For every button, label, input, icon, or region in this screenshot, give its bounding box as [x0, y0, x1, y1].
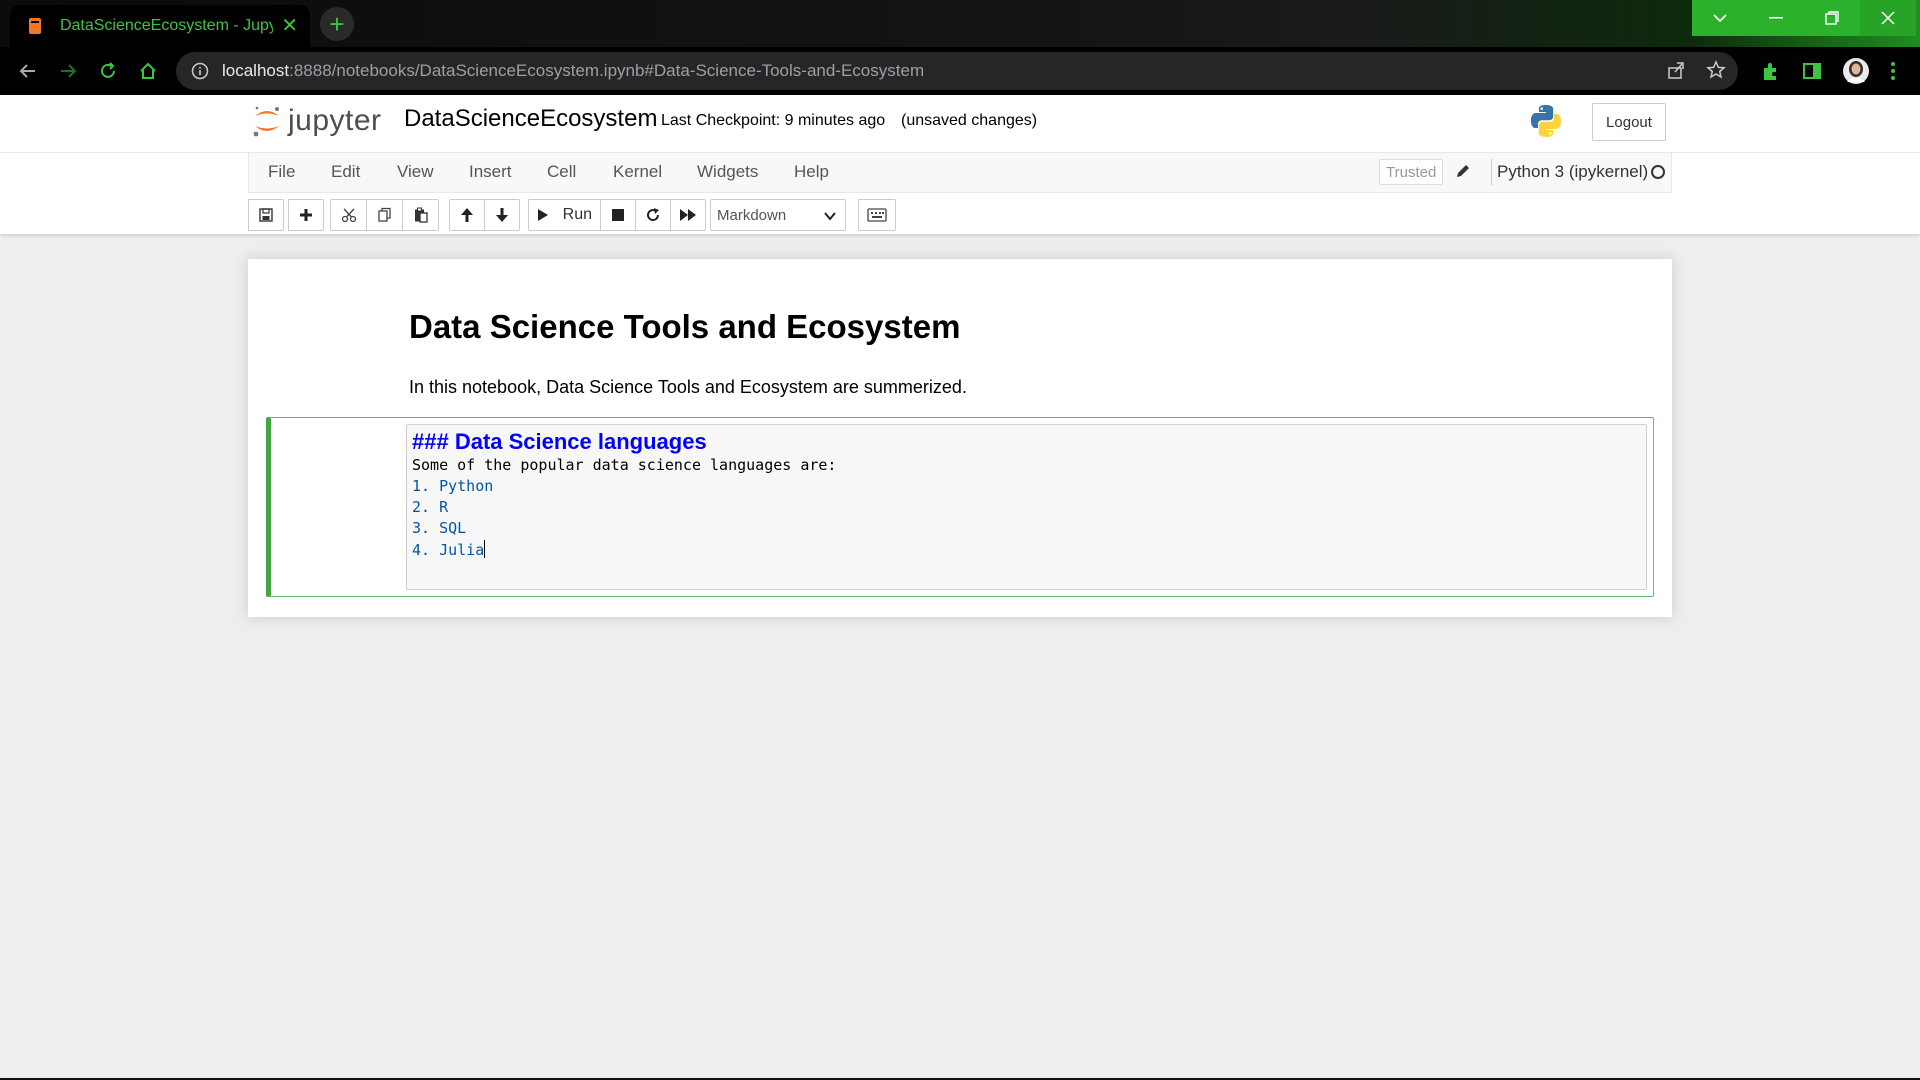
code-editor[interactable]: ### Data Science languages Some of the p… — [406, 424, 1647, 590]
back-icon[interactable] — [14, 57, 42, 85]
extensions-icon[interactable] — [1760, 60, 1782, 87]
move-up-button[interactable] — [449, 199, 485, 231]
window-controls — [1692, 0, 1916, 36]
browser-tab-bar: DataScienceEcosystem - Jupyter ✕ + — [0, 0, 1920, 47]
trusted-indicator[interactable]: Trusted — [1379, 159, 1444, 185]
notebook-name[interactable]: DataScienceEcosystem — [404, 105, 657, 133]
restart-button[interactable] — [635, 199, 671, 231]
kernel-separator — [1491, 159, 1492, 185]
editor-list-item: 1. Python — [412, 477, 494, 495]
cell-type-select[interactable]: Markdown — [710, 199, 846, 231]
run-label: Run — [562, 206, 592, 223]
side-panel-icon[interactable] — [1802, 61, 1822, 86]
menu-insert[interactable]: Insert — [469, 162, 512, 182]
close-tab-icon[interactable]: ✕ — [281, 16, 298, 36]
reload-icon[interactable] — [94, 57, 122, 85]
logout-button[interactable]: Logout — [1592, 103, 1666, 141]
menu-cell[interactable]: Cell — [547, 162, 576, 182]
minimize-button[interactable] — [1748, 0, 1804, 36]
close-window-button[interactable] — [1860, 0, 1916, 36]
tab-search-button[interactable] — [1692, 0, 1748, 36]
insert-cell-button[interactable] — [288, 199, 324, 231]
restart-icon — [647, 208, 660, 221]
cell-type-value: Markdown — [717, 206, 787, 224]
editor-line-intro: Some of the popular data science languag… — [412, 456, 837, 474]
browser-menu-icon[interactable] — [1890, 61, 1896, 86]
bookmark-star-icon[interactable] — [1706, 60, 1726, 85]
menubar-container: File Edit View Insert Cell Kernel Widget… — [0, 152, 1920, 234]
run-group: Run — [528, 199, 706, 231]
kernel-idle-indicator-icon — [1651, 165, 1665, 179]
editor-line-header: ### Data Science languages — [412, 429, 707, 454]
cut-button[interactable] — [330, 199, 367, 231]
checkpoint-status: Last Checkpoint: 9 minutes ago — [661, 112, 886, 129]
clipboard-group — [330, 199, 439, 231]
new-tab-button[interactable]: + — [320, 7, 354, 41]
forward-icon[interactable] — [54, 57, 82, 85]
menu-file[interactable]: File — [268, 162, 295, 182]
site-info-icon[interactable] — [190, 61, 210, 81]
play-icon — [538, 209, 548, 221]
run-button[interactable]: Run — [528, 199, 601, 231]
menu-kernel[interactable]: Kernel — [613, 162, 662, 182]
jupyter-logo[interactable]: jupyter — [252, 103, 382, 139]
pencil-icon[interactable] — [1455, 163, 1471, 184]
fast-forward-icon — [680, 209, 696, 221]
editor-list-item: 2. R — [412, 498, 449, 516]
text-cursor — [484, 540, 486, 558]
share-icon[interactable] — [1666, 60, 1686, 85]
copy-icon — [377, 207, 391, 222]
restart-run-all-button[interactable] — [670, 199, 706, 231]
tab-title: DataScienceEcosystem - Jupyter — [59, 17, 274, 34]
menu-widgets[interactable]: Widgets — [697, 162, 758, 182]
menu-edit[interactable]: Edit — [331, 162, 360, 182]
plus-icon — [300, 209, 312, 221]
kernel-name[interactable]: Python 3 (ipykernel) — [1497, 162, 1648, 182]
save-group — [248, 199, 284, 231]
move-group — [449, 199, 520, 231]
arrow-down-icon — [496, 208, 508, 222]
menu-view[interactable]: View — [397, 162, 434, 182]
chevron-down-icon — [824, 212, 836, 221]
copy-button[interactable] — [366, 199, 403, 231]
notebook-container: Data Science Tools and Ecosystem In this… — [248, 259, 1672, 617]
autosave-status: (unsaved changes) — [901, 112, 1038, 129]
interrupt-button[interactable] — [600, 199, 636, 231]
url-text: localhost:8888/notebooks/DataScienceEcos… — [222, 61, 925, 80]
notebook-title-heading: Data Science Tools and Ecosystem — [409, 308, 961, 345]
command-palette-button[interactable] — [858, 199, 896, 231]
jupyter-logo-icon — [253, 106, 279, 137]
python-logo-icon — [1528, 103, 1564, 144]
save-icon — [259, 208, 273, 222]
menu-help[interactable]: Help — [794, 162, 829, 182]
intro-paragraph: In this notebook, Data Science Tools and… — [409, 377, 967, 397]
restore-button[interactable] — [1804, 0, 1860, 36]
arrow-up-icon — [461, 208, 473, 222]
insert-group — [288, 199, 324, 231]
editor-list-item: 4. Julia — [412, 540, 486, 559]
markdown-cell-edit-mode[interactable]: ### Data Science languages Some of the p… — [266, 417, 1654, 597]
save-button[interactable] — [248, 199, 284, 231]
url-bar[interactable]: localhost:8888/notebooks/DataScienceEcos… — [176, 52, 1738, 90]
browser-toolbar-icons — [1760, 57, 1896, 90]
jupyter-header: jupyter DataScienceEcosystem Last Checkp… — [0, 95, 1920, 152]
paste-icon — [414, 207, 428, 223]
stop-icon — [612, 209, 624, 221]
browser-tab[interactable]: DataScienceEcosystem - Jupyter ✕ — [10, 5, 310, 47]
move-down-button[interactable] — [484, 199, 520, 231]
menubar: File Edit View Insert Cell Kernel Widget… — [248, 153, 1672, 193]
notebook-favicon-icon — [26, 17, 44, 35]
keyboard-icon — [867, 208, 887, 222]
browser-address-bar: localhost:8888/notebooks/DataScienceEcos… — [0, 47, 1920, 95]
profile-avatar[interactable] — [1842, 57, 1870, 90]
paste-button[interactable] — [402, 199, 439, 231]
home-icon[interactable] — [134, 57, 162, 85]
cut-icon — [341, 208, 356, 223]
command-palette-group — [858, 199, 896, 231]
editor-list-item: 3. SQL — [412, 519, 467, 537]
